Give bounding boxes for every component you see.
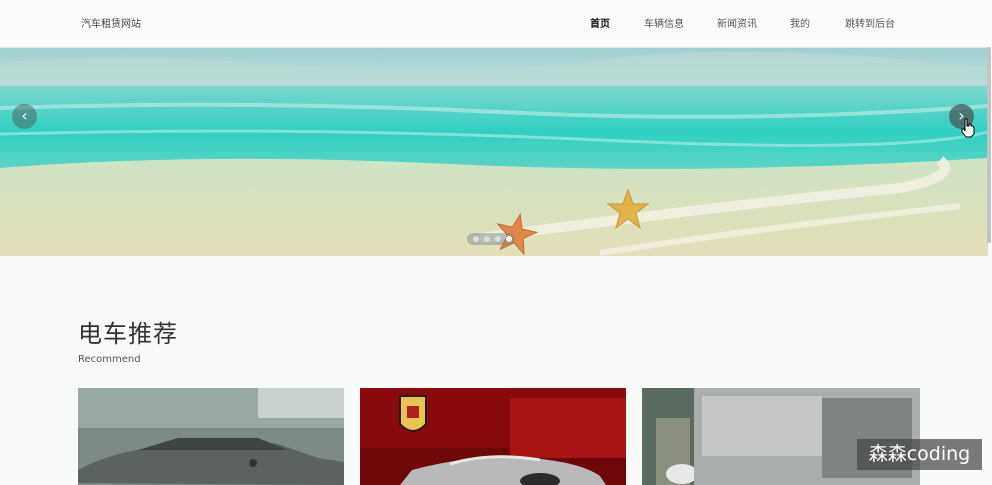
chevron-left-icon: ‹ bbox=[21, 106, 28, 125]
hero-carousel[interactable]: ‹ › bbox=[0, 48, 988, 256]
nav-item-home[interactable]: 首页 bbox=[590, 15, 610, 30]
nav-item-vehicles[interactable]: 车辆信息 bbox=[644, 15, 684, 30]
carousel-prev-button[interactable]: ‹ bbox=[12, 104, 37, 129]
main-nav: 首页 车辆信息 新闻资讯 我的 跳转到后台 bbox=[0, 15, 990, 31]
carousel-dot[interactable] bbox=[473, 236, 479, 242]
watermark-label: 森森coding bbox=[857, 439, 982, 470]
page-scrollbar[interactable] bbox=[987, 47, 991, 243]
gray-suv-photo bbox=[78, 388, 344, 485]
carousel-dot-active[interactable] bbox=[506, 236, 512, 242]
carousel-slide-image bbox=[0, 48, 988, 256]
nav-item-mine[interactable]: 我的 bbox=[790, 15, 810, 30]
top-navigation-bar: 汽车租赁网站 首页 车辆信息 新闻资讯 我的 跳转到后台 bbox=[0, 0, 990, 48]
carousel-dot[interactable] bbox=[495, 236, 501, 242]
hand-cursor-icon bbox=[961, 118, 975, 138]
section-title: 电车推荐 bbox=[78, 320, 178, 348]
section-subtitle: Recommend bbox=[78, 354, 141, 365]
carousel-dot[interactable] bbox=[484, 236, 490, 242]
blurred-car-photo bbox=[642, 388, 920, 485]
nav-item-admin[interactable]: 跳转到后台 bbox=[845, 15, 895, 30]
car-card[interactable] bbox=[642, 388, 920, 485]
nav-item-news[interactable]: 新闻资讯 bbox=[717, 15, 757, 30]
car-card[interactable] bbox=[78, 388, 344, 485]
car-card[interactable] bbox=[360, 388, 626, 485]
porsche-sports-car-photo bbox=[360, 388, 626, 485]
carousel-indicators bbox=[467, 233, 515, 245]
